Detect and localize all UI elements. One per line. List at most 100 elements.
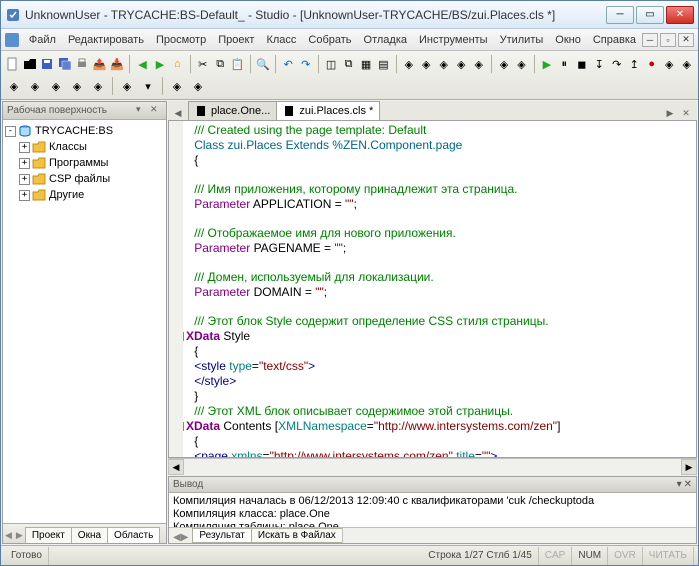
tb2-a-icon[interactable]: ◈ — [4, 76, 24, 96]
menu-build[interactable]: Собрать — [302, 32, 357, 48]
tb-c-icon[interactable]: ◈ — [436, 54, 452, 74]
twisty-icon[interactable]: + — [19, 142, 30, 153]
menu-class[interactable]: Класс — [260, 32, 302, 48]
tb-b-icon[interactable]: ◈ — [418, 54, 434, 74]
tb2-b-icon[interactable]: ◈ — [25, 76, 45, 96]
output-hscroll[interactable] — [342, 528, 696, 543]
workspace-close-icon[interactable]: ✕ — [150, 105, 162, 117]
tab-close-icon[interactable]: ✕ — [679, 106, 693, 120]
redo-icon[interactable]: ↷ — [298, 54, 314, 74]
import-icon[interactable]: 📥 — [109, 54, 125, 74]
output-pin-icon[interactable]: ▾ — [677, 479, 682, 490]
window3-icon[interactable]: ▦ — [358, 54, 374, 74]
mdi-close-button[interactable]: ✕ — [678, 33, 694, 47]
tb-a-icon[interactable]: ◈ — [401, 54, 417, 74]
editor-tab-active[interactable]: zui.Places.cls * — [276, 101, 380, 120]
window4-icon[interactable]: ▤ — [375, 54, 391, 74]
undo-icon[interactable]: ↶ — [280, 54, 296, 74]
mdi-restore-button[interactable]: ▫ — [660, 33, 676, 47]
stop-icon[interactable]: ◼ — [574, 54, 590, 74]
export-icon[interactable]: 📤 — [91, 54, 107, 74]
output-close-icon[interactable]: ✕ — [684, 479, 692, 490]
scroll-right-icon[interactable]: ▶ — [681, 459, 697, 475]
menu-view[interactable]: Просмотр — [150, 32, 212, 48]
mdi-minimize-button[interactable]: ─ — [642, 33, 658, 47]
tree-node-classes[interactable]: + Классы — [5, 139, 164, 155]
tree-node-other[interactable]: + Другие — [5, 187, 164, 203]
paste-icon[interactable]: 📋 — [229, 54, 245, 74]
tb2-f-icon[interactable]: ◈ — [117, 76, 137, 96]
menu-project[interactable]: Проект — [212, 32, 260, 48]
find-icon[interactable]: 🔍 — [255, 54, 271, 74]
cut-icon[interactable]: ✂ — [194, 54, 210, 74]
tab-prev-icon[interactable]: ◀ — [171, 106, 185, 120]
ws-tab-namespace[interactable]: Область — [107, 527, 160, 543]
twisty-icon[interactable]: - — [5, 126, 16, 137]
tb-g-icon[interactable]: ◈ — [513, 54, 529, 74]
open-icon[interactable] — [21, 54, 37, 74]
editor-hscroll[interactable]: ◀ ▶ — [168, 458, 697, 474]
stepinto-icon[interactable]: ↧ — [591, 54, 607, 74]
stepout-icon[interactable]: ↥ — [626, 54, 642, 74]
save-icon[interactable] — [39, 54, 55, 74]
twisty-icon[interactable]: + — [19, 174, 30, 185]
scroll-track[interactable] — [184, 459, 681, 474]
window1-icon[interactable]: ◫ — [323, 54, 339, 74]
tab-next-icon[interactable]: ▶ — [663, 106, 677, 120]
workspace-tree[interactable]: - TRYCACHE:BS + Классы + Программы + — [3, 120, 166, 523]
twisty-icon[interactable]: + — [19, 190, 30, 201]
forward-icon[interactable]: ▶ — [152, 54, 168, 74]
output-header[interactable]: Вывод ▾ ✕ — [169, 477, 696, 493]
ws-tab-project[interactable]: Проект — [25, 527, 72, 543]
titlebar[interactable]: UnknownUser - TRYCACHE:BS-Default_ - Stu… — [1, 1, 698, 29]
print-icon[interactable] — [74, 54, 90, 74]
stepover-icon[interactable]: ↷ — [609, 54, 625, 74]
home-icon[interactable]: ⌂ — [169, 54, 185, 74]
run-icon[interactable]: ▶ — [539, 54, 555, 74]
output-body[interactable]: Компиляция началась в 06/12/2013 12:09:4… — [169, 493, 696, 527]
tb2-g-icon[interactable]: ▾ — [138, 76, 158, 96]
window2-icon[interactable]: ⧉ — [340, 54, 356, 74]
editor-tab-inactive[interactable]: place.One... — [188, 101, 277, 120]
tb2-i-icon[interactable]: ◈ — [188, 76, 208, 96]
menu-help[interactable]: Справка — [587, 32, 642, 48]
copy-icon[interactable]: ⧉ — [212, 54, 228, 74]
tree-node-csp[interactable]: + CSP файлы — [5, 171, 164, 187]
close-button[interactable]: ✕ — [666, 6, 694, 24]
pause-icon[interactable]: ⏸ — [556, 54, 572, 74]
fold-icon[interactable]: - — [183, 422, 184, 431]
tree-root[interactable]: - TRYCACHE:BS — [5, 123, 164, 139]
fold-icon[interactable]: - — [183, 332, 184, 341]
back-icon[interactable]: ◀ — [134, 54, 150, 74]
tb2-c-icon[interactable]: ◈ — [46, 76, 66, 96]
scroll-left-icon[interactable]: ◀ — [168, 459, 184, 475]
twisty-icon[interactable]: + — [19, 158, 30, 169]
menu-file[interactable]: Файл — [23, 32, 62, 48]
ws-tab-windows[interactable]: Окна — [71, 527, 108, 543]
menu-edit[interactable]: Редактировать — [62, 32, 150, 48]
tree-node-programs[interactable]: + Программы — [5, 155, 164, 171]
menu-window[interactable]: Окно — [549, 32, 587, 48]
minimize-button[interactable]: ─ — [606, 6, 634, 24]
new-icon[interactable] — [4, 54, 20, 74]
tb2-e-icon[interactable]: ◈ — [88, 76, 108, 96]
ws-tab-next-icon[interactable]: ▶ — [14, 528, 25, 543]
tb-d-icon[interactable]: ◈ — [453, 54, 469, 74]
tb-y-icon[interactable]: ◈ — [678, 54, 694, 74]
tb-f-icon[interactable]: ◈ — [496, 54, 512, 74]
output-tab-result[interactable]: Результат — [192, 528, 251, 543]
bp-icon[interactable]: ● — [643, 54, 659, 74]
tb2-d-icon[interactable]: ◈ — [67, 76, 87, 96]
menu-tools[interactable]: Инструменты — [413, 32, 494, 48]
maximize-button[interactable]: ▭ — [636, 6, 664, 24]
menu-utilities[interactable]: Утилиты — [494, 32, 550, 48]
tb-e-icon[interactable]: ◈ — [471, 54, 487, 74]
tb2-h-icon[interactable]: ◈ — [167, 76, 187, 96]
out-tab-prev-icon[interactable]: ◀▶ — [169, 532, 192, 543]
workspace-header[interactable]: Рабочая поверхность ▾ ✕ — [3, 102, 166, 120]
menu-debug[interactable]: Отладка — [358, 32, 413, 48]
code-content[interactable]: /// Created using the page template: Def… — [183, 121, 696, 457]
saveall-icon[interactable] — [56, 54, 72, 74]
ws-tab-prev-icon[interactable]: ◀ — [3, 528, 14, 543]
code-editor[interactable]: /// Created using the page template: Def… — [168, 121, 697, 458]
